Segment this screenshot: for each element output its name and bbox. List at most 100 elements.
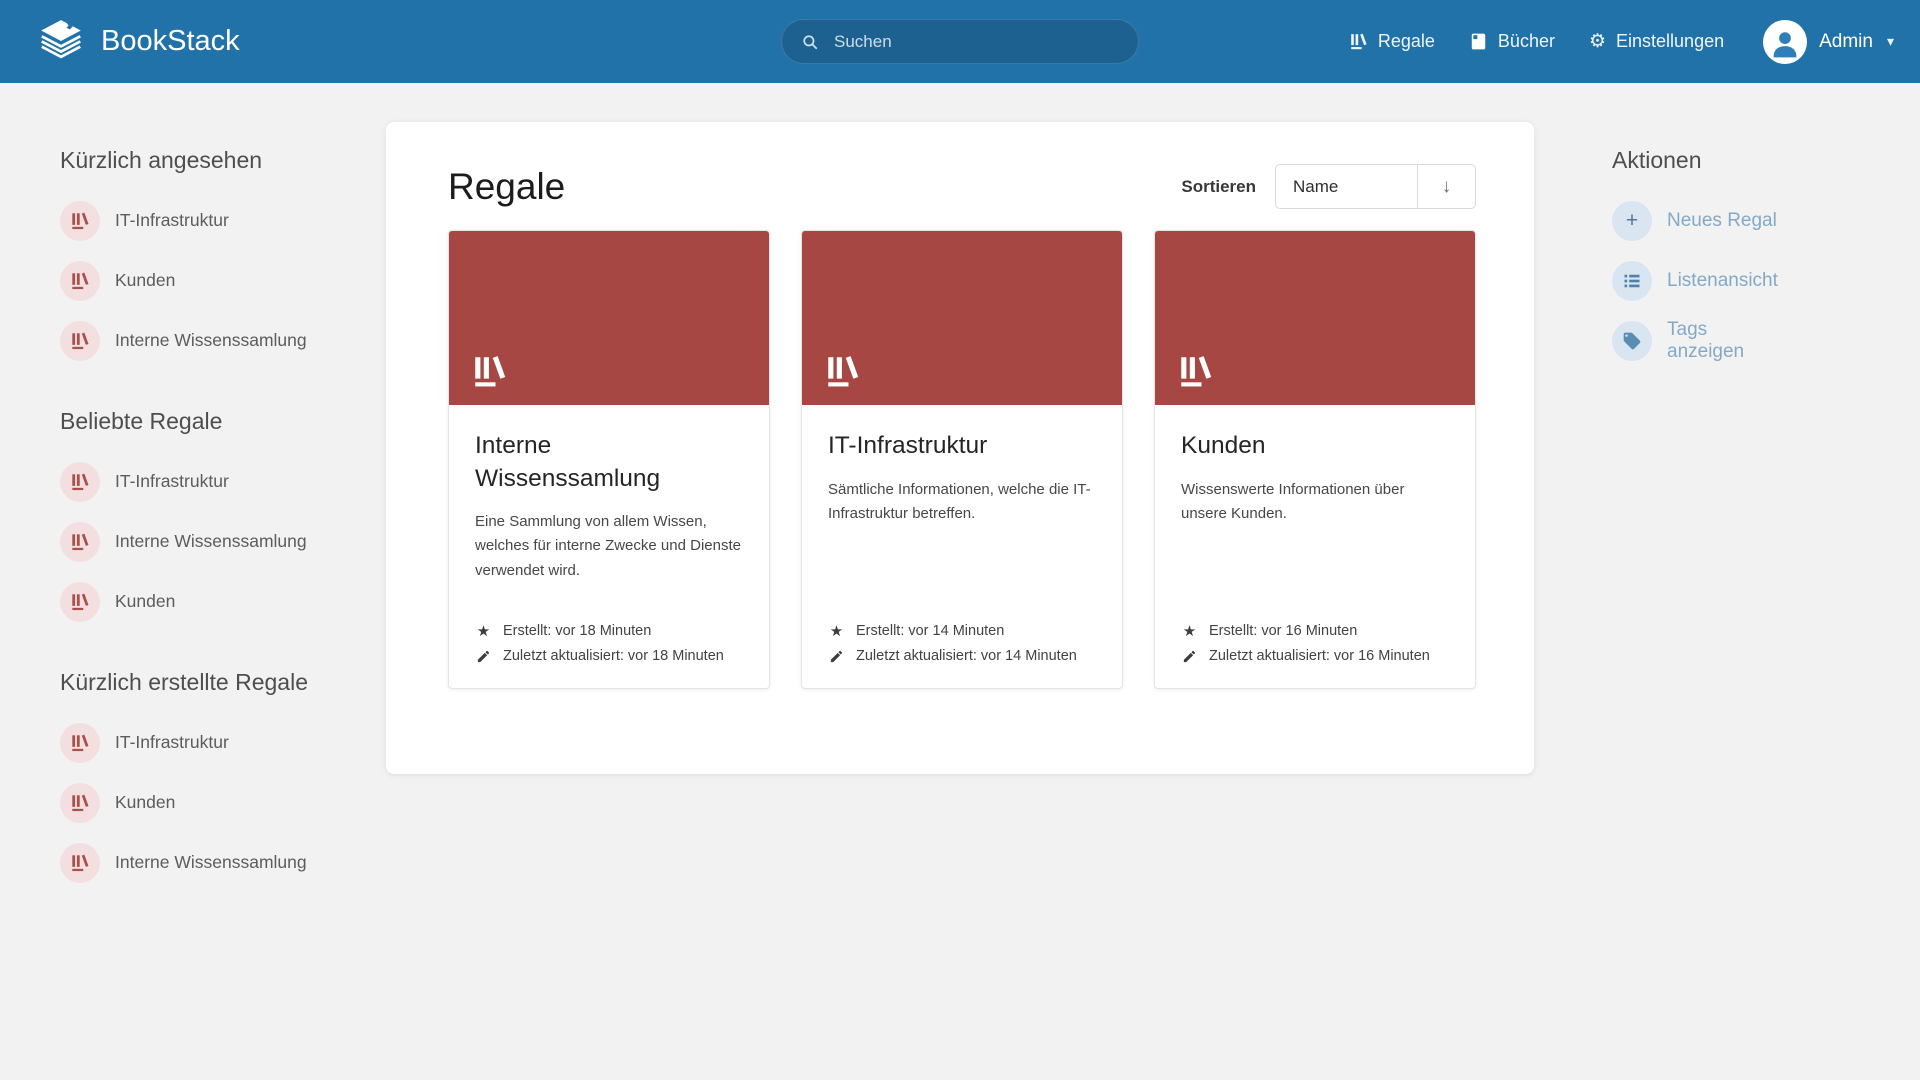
nav-item-shelves[interactable]: Regale: [1332, 0, 1452, 83]
created-text: Erstellt: vor 18 Minuten: [503, 623, 651, 639]
bookshelf-icon: [70, 331, 90, 351]
shelf-badge: [60, 783, 100, 823]
app-header: BookStack Regale Bücher ⚙ Einstellungen …: [0, 0, 1920, 83]
created-text: Erstellt: vor 14 Minuten: [856, 623, 1004, 639]
action-label: Listenansicht: [1667, 270, 1778, 292]
sort-value-button[interactable]: Name: [1276, 165, 1417, 208]
shelf-card-title: Kunden: [1181, 430, 1437, 463]
sidebar-item-label: Kunden: [115, 591, 175, 612]
shelf-grid: Interne Wissenssamlung Eine Sammlung von…: [448, 230, 1476, 689]
pencil-icon: [828, 649, 845, 664]
sidebar-item-label: IT-Infrastruktur: [115, 210, 229, 231]
main-column: Regale Sortieren Name ↓: [386, 83, 1534, 903]
page-title: Regale: [448, 166, 565, 208]
nav-item-label: Regale: [1378, 31, 1435, 52]
sort-controls: Sortieren Name ↓: [1181, 164, 1476, 209]
nav-item-label: Einstellungen: [1616, 31, 1724, 52]
list-icon: [1622, 271, 1642, 291]
section-title: Beliebte Regale: [60, 407, 310, 437]
pencil-icon: [475, 649, 492, 664]
book-icon: [1469, 32, 1488, 51]
actions-sidebar: Aktionen + Neues Regal Listenansicht Tag…: [1534, 83, 1784, 903]
search-input[interactable]: [832, 31, 1119, 53]
sidebar-item-shelf[interactable]: Kunden: [60, 582, 310, 622]
shelf-card-it-infrastruktur[interactable]: IT-Infrastruktur Sämtliche Informationen…: [801, 230, 1123, 689]
sidebar-item-shelf[interactable]: IT-Infrastruktur: [60, 723, 310, 763]
updated-meta: Zuletzt aktualisiert: vor 18 Minuten: [475, 648, 745, 664]
bookshelf-icon: [70, 472, 90, 492]
tag-icon: [1622, 331, 1642, 351]
shelf-card-kunden[interactable]: Kunden Wissenswerte Informationen über u…: [1154, 230, 1476, 689]
nav-item-settings[interactable]: ⚙ Einstellungen: [1572, 0, 1741, 83]
sidebar-item-shelf[interactable]: Kunden: [60, 261, 310, 301]
action-list-view[interactable]: Listenansicht: [1612, 261, 1784, 301]
plus-icon: +: [1626, 210, 1638, 231]
sidebar-item-shelf[interactable]: IT-Infrastruktur: [60, 462, 310, 502]
shelf-card-banner: [802, 231, 1122, 405]
action-new-shelf[interactable]: + Neues Regal: [1612, 201, 1784, 241]
bookshelf-icon: [70, 853, 90, 873]
shelf-badge: [60, 321, 100, 361]
action-show-tags[interactable]: Tags anzeigen: [1612, 321, 1784, 361]
created-text: Erstellt: vor 16 Minuten: [1209, 623, 1357, 639]
page-layout: Kürzlich angesehen IT-Infrastruktur Kund…: [0, 83, 1920, 903]
shelf-card-meta: ★ Erstellt: vor 16 Minuten Zuletzt aktua…: [1181, 623, 1451, 664]
search-icon: [801, 33, 819, 51]
shelf-card-body: IT-Infrastruktur Sämtliche Informationen…: [802, 405, 1122, 688]
nav-item-books[interactable]: Bücher: [1452, 0, 1572, 83]
shelves-panel: Regale Sortieren Name ↓: [386, 122, 1534, 774]
shelf-card-banner: [449, 231, 769, 405]
bookshelf-icon: [70, 271, 90, 291]
shelf-card-description: Sämtliche Informationen, welche die IT-I…: [828, 478, 1098, 527]
sidebar-item-shelf[interactable]: Interne Wissenssamlung: [60, 522, 310, 562]
section-title: Aktionen: [1612, 146, 1784, 176]
sort-direction-button[interactable]: ↓: [1417, 165, 1475, 208]
bookshelf-icon: [471, 353, 508, 390]
shelf-badge: [60, 261, 100, 301]
sidebar-item-label: IT-Infrastruktur: [115, 471, 229, 492]
shelf-badge: [60, 201, 100, 241]
sidebar-item-label: IT-Infrastruktur: [115, 732, 229, 753]
tag-badge: [1612, 321, 1652, 361]
sidebar-item-shelf[interactable]: Interne Wissenssamlung: [60, 321, 310, 361]
sort-dropdown: Name ↓: [1275, 164, 1476, 209]
sidebar-item-shelf[interactable]: Interne Wissenssamlung: [60, 843, 310, 883]
bookstack-logo-icon: [36, 17, 86, 67]
header-nav: Regale Bücher ⚙ Einstellungen Admin ▾: [1332, 0, 1920, 83]
section-recently-viewed: Kürzlich angesehen IT-Infrastruktur Kund…: [60, 146, 310, 361]
bookshelf-icon: [1177, 353, 1214, 390]
sidebar-item-shelf[interactable]: IT-Infrastruktur: [60, 201, 310, 241]
brand-home-link[interactable]: BookStack: [0, 17, 240, 67]
bookshelf-icon: [70, 733, 90, 753]
user-menu[interactable]: Admin ▾: [1763, 0, 1894, 83]
updated-meta: Zuletzt aktualisiert: vor 14 Minuten: [828, 648, 1098, 664]
bookshelf-icon: [824, 353, 861, 390]
star-icon: ★: [475, 624, 492, 639]
section-title: Kürzlich erstellte Regale: [60, 668, 310, 698]
updated-text: Zuletzt aktualisiert: vor 18 Minuten: [503, 648, 724, 664]
bookshelf-icon: [70, 592, 90, 612]
shelf-card-title: Interne Wissenssamlung: [475, 430, 731, 495]
sidebar-item-shelf[interactable]: Kunden: [60, 783, 310, 823]
section-actions: Aktionen + Neues Regal Listenansicht Tag…: [1612, 146, 1784, 361]
star-icon: ★: [1181, 624, 1198, 639]
shelf-badge: [60, 582, 100, 622]
shelf-card-description: Eine Sammlung von allem Wissen, welches …: [475, 510, 745, 583]
nav-item-label: Bücher: [1498, 31, 1555, 52]
panel-header: Regale Sortieren Name ↓: [448, 164, 1476, 209]
shelf-badge: [60, 462, 100, 502]
user-name: Admin: [1819, 31, 1873, 53]
avatar: [1763, 20, 1807, 64]
shelf-badge: [60, 843, 100, 883]
created-meta: ★ Erstellt: vor 14 Minuten: [828, 623, 1098, 639]
list-badge: [1612, 261, 1652, 301]
header-search-bar[interactable]: [781, 19, 1139, 64]
arrow-down-icon: ↓: [1442, 176, 1452, 198]
section-popular-shelves: Beliebte Regale IT-Infrastruktur Interne…: [60, 407, 310, 622]
star-icon: ★: [828, 624, 845, 639]
created-meta: ★ Erstellt: vor 16 Minuten: [1181, 623, 1451, 639]
updated-text: Zuletzt aktualisiert: vor 16 Minuten: [1209, 648, 1430, 664]
plus-badge: +: [1612, 201, 1652, 241]
sidebar-item-label: Interne Wissenssamlung: [115, 531, 307, 552]
shelf-card-interne-wissenssamlung[interactable]: Interne Wissenssamlung Eine Sammlung von…: [448, 230, 770, 689]
